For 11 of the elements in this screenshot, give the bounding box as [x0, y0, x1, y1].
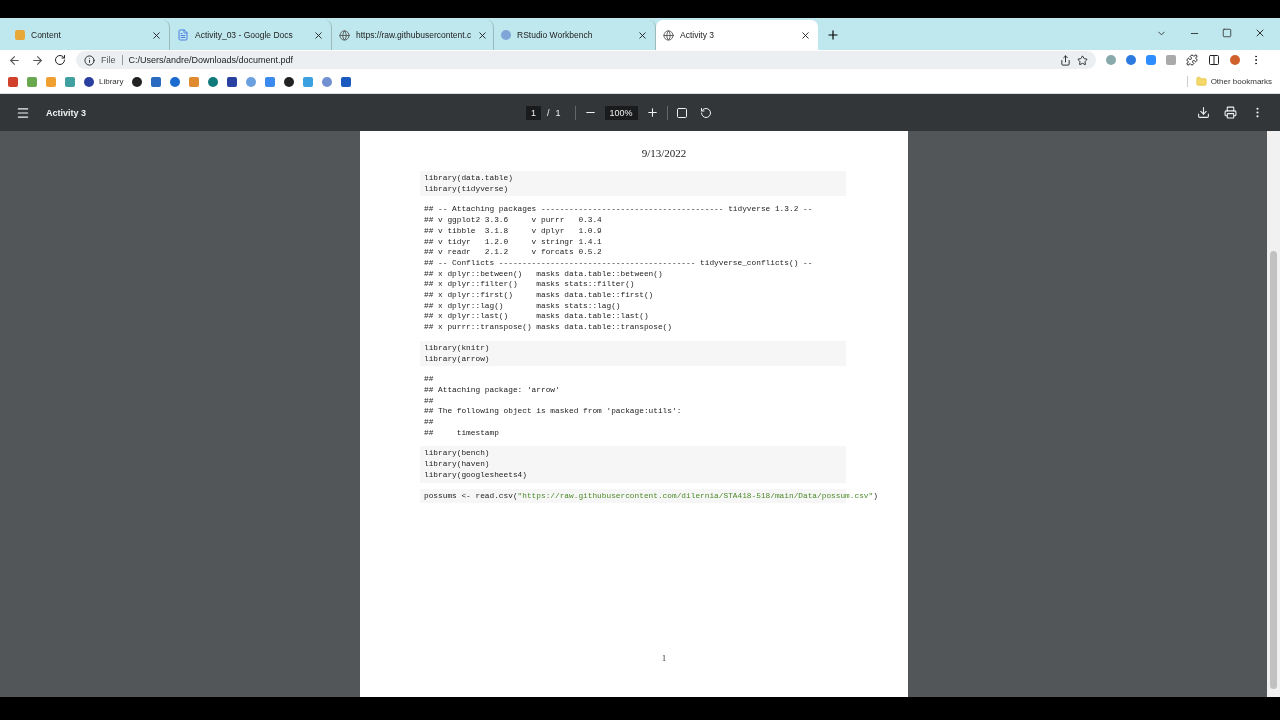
other-bookmarks[interactable]: Other bookmarks — [1186, 76, 1272, 87]
browser-tab[interactable]: Activity 3 — [656, 20, 818, 50]
zoom-field[interactable]: 100% — [604, 105, 638, 120]
address-bar[interactable]: File C:/Users/andre/Downloads/document.pdf — [76, 51, 1096, 69]
document-title: Activity 3 — [46, 107, 88, 118]
page-field[interactable]: 1 — [526, 105, 541, 120]
page-count: 1 — [555, 107, 562, 118]
page-number: 1 — [661, 654, 667, 663]
page-separator: / — [546, 107, 551, 118]
document-date: 9/13/2022 — [640, 147, 688, 159]
bookmark-label[interactable]: Library — [99, 77, 124, 86]
